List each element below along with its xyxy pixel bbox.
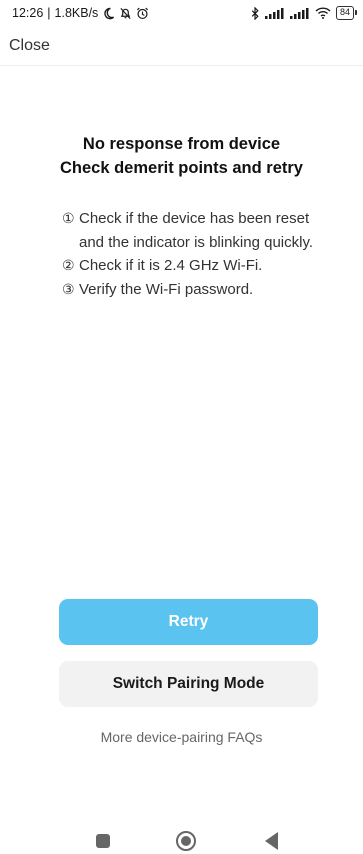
status-separator: | [47,6,51,20]
step-number: ③ [62,280,75,297]
navigation-bar [0,822,363,854]
step-text: Verify the Wi-Fi password. [79,280,254,298]
status-left: 12:26 | 1.8KB/s [12,6,149,20]
close-button[interactable]: Close [9,37,50,55]
step-number: ② [62,257,75,273]
alarm-icon [137,7,149,19]
step-text: Check if it is 2.4 GHz Wi-Fi. [79,257,263,274]
step-item: ② Check if it is 2.4 GHz Wi-Fi. [62,254,332,278]
bluetooth-icon [251,6,259,20]
step-text: Check if the device has been reset and t… [79,210,314,251]
recents-icon[interactable] [96,834,110,848]
troubleshooting-steps: ① Check if the device has been reset and… [62,207,332,301]
status-speed: 1.8KB/s [54,6,99,20]
step-item: ③ Verify the Wi-Fi password. [62,278,332,302]
battery-indicator: 84 [335,6,358,20]
retry-button[interactable]: Retry [59,599,318,645]
home-icon[interactable] [176,831,196,851]
back-icon[interactable] [265,832,278,850]
status-time: 12:26 [12,6,44,20]
signal-icon [289,7,309,19]
bell-off-icon [120,7,131,19]
switch-pairing-mode-button[interactable]: Switch Pairing Mode [59,661,318,707]
error-subtitle: Check demerit points and retry [60,159,303,177]
status-bar: 12:26 | 1.8KB/s 84 [0,0,363,26]
message-block: No response from device Check demerit po… [0,132,363,180]
step-item: ① Check if the device has been reset and… [62,207,332,254]
step-number: ① [62,210,75,226]
moon-icon [104,7,115,19]
status-right: 84 [251,6,358,20]
faq-link[interactable]: More device-pairing FAQs [0,729,363,745]
signal-icon [264,7,284,19]
error-title: No response from device [82,135,281,153]
top-bar: Close [0,30,363,66]
wifi-icon [315,7,331,19]
